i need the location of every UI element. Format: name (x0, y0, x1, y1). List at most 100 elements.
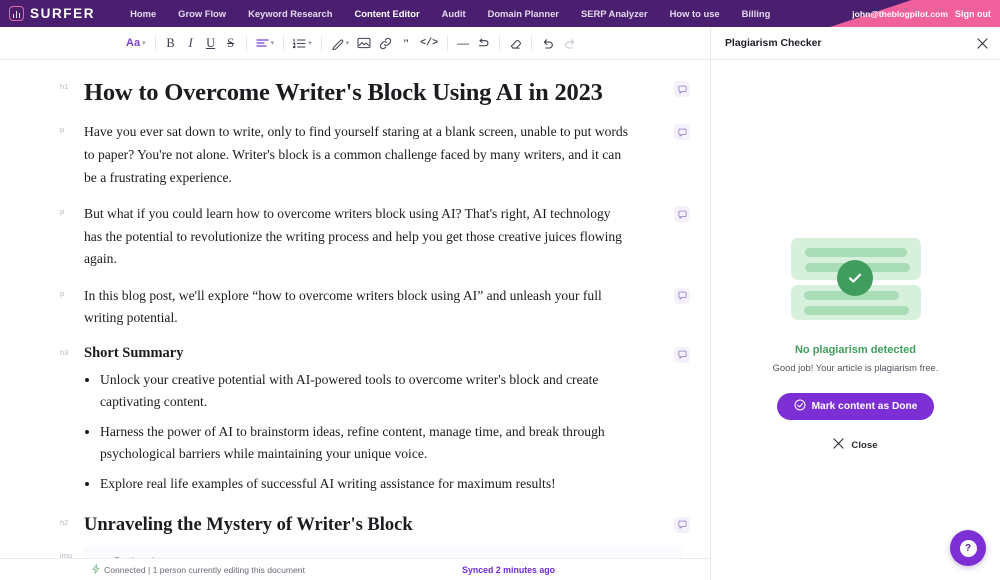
toolbar-divider (320, 35, 322, 51)
toolbar-divider (531, 35, 533, 51)
document-body[interactable]: h1 How to Overcome Writer's Block Using … (0, 60, 700, 558)
eraser-icon (510, 39, 522, 49)
illustration-bar (803, 306, 909, 315)
document-block-h1[interactable]: h1 How to Overcome Writer's Block Using … (0, 78, 700, 107)
nav-item-grow-flow[interactable]: Grow Flow (167, 2, 237, 25)
nav-item-billing[interactable]: Billing (731, 2, 782, 25)
panel-close-button[interactable]: Close (833, 438, 878, 452)
quote-button[interactable]: " (396, 32, 416, 54)
paragraph-text[interactable]: In this blog post, we'll explore “how to… (84, 285, 630, 330)
block-tag-label: p (60, 125, 65, 135)
document-block-h2[interactable]: h2 Unraveling the Mystery of Writer's Bl… (0, 514, 700, 537)
list-item[interactable]: Unlock your creative potential with AI-p… (100, 369, 630, 414)
question-mark-icon: ? (959, 539, 977, 557)
sign-out-link[interactable]: Sign out (955, 9, 991, 19)
panel-header: Plagiarism Checker (711, 27, 1000, 60)
mark-content-as-done-button[interactable]: Mark content as Done (776, 393, 935, 420)
chevron-down-icon: ▾ (345, 40, 350, 47)
toolbar-divider (245, 35, 247, 51)
comment-icon[interactable] (674, 81, 690, 97)
bold-button[interactable]: B (161, 32, 181, 54)
list-item[interactable]: Explore real life examples of successful… (100, 473, 630, 496)
check-circle-icon (794, 399, 806, 414)
sync-status-text: Synced 2 minutes ago (462, 564, 555, 575)
nav-items: Home Grow Flow Keyword Research Content … (119, 2, 781, 25)
nav-item-how-to-use[interactable]: How to use (659, 2, 731, 25)
chevron-down-icon: ▾ (308, 40, 312, 47)
horizontal-rule-button[interactable]: — (453, 32, 473, 54)
nav-item-audit[interactable]: Audit (431, 2, 477, 25)
underline-button[interactable]: U (201, 32, 221, 54)
help-button[interactable]: ? (950, 530, 986, 566)
image-icon (357, 37, 371, 49)
comment-icon[interactable] (674, 206, 690, 223)
comment-icon[interactable] (674, 346, 690, 363)
block-tag-label: h3 (60, 347, 69, 357)
block-tag-label: img (60, 550, 73, 558)
unlink-icon (478, 38, 489, 47)
plagiarism-checker-panel: Plagiarism Checker No plagiarism detecte… (710, 27, 1000, 580)
align-button[interactable]: ▾ (252, 32, 279, 54)
check-circle-icon (836, 260, 873, 296)
insert-link-button[interactable] (375, 32, 396, 54)
highlight-button[interactable]: ▾ (327, 32, 354, 54)
document-canvas[interactable]: h1 How to Overcome Writer's Block Using … (0, 60, 710, 558)
toolbar-divider (499, 35, 501, 51)
section-heading-unraveling[interactable]: Unraveling the Mystery of Writer's Block (84, 514, 630, 537)
status-bar: Connected | 1 person currently editing t… (0, 558, 710, 580)
toolbar-divider (447, 35, 449, 51)
unlink-button[interactable] (473, 32, 494, 54)
page-title[interactable]: How to Overcome Writer's Block Using AI … (84, 78, 630, 107)
close-icon[interactable] (977, 37, 988, 49)
chevron-down-icon: ▾ (142, 40, 146, 47)
panel-body: No plagiarism detected Good job! Your ar… (711, 60, 1000, 580)
document-block-paragraph[interactable]: p But what if you could learn how to ove… (0, 203, 700, 271)
block-tag-label: p (60, 207, 65, 217)
panel-title: Plagiarism Checker (725, 37, 822, 49)
image-placeholder-card[interactable]: Replace image. Add from Pixabay, select … (84, 546, 682, 558)
section-heading-short-summary[interactable]: Short Summary (84, 344, 630, 363)
account-area: john@theblogpilot.com Sign out (852, 0, 991, 27)
summary-bullet-list[interactable]: Unlock your creative potential with AI-p… (100, 369, 630, 496)
font-style-button[interactable]: Aa ▾ (122, 32, 150, 54)
italic-button[interactable]: I (181, 32, 201, 54)
redo-button[interactable] (559, 32, 581, 54)
undo-icon (543, 39, 553, 49)
nav-item-content-editor[interactable]: Content Editor (344, 2, 431, 25)
clear-formatting-button[interactable] (505, 32, 526, 54)
comment-icon[interactable] (674, 287, 690, 304)
nav-item-domain-planner[interactable]: Domain Planner (477, 2, 570, 25)
document-block-list[interactable]: Unlock your creative potential with AI-p… (0, 369, 700, 496)
paragraph-text[interactable]: Have you ever sat down to write, only to… (84, 121, 630, 189)
document-block-paragraph[interactable]: p In this blog post, we'll explore “how … (0, 285, 700, 330)
code-button[interactable]: </> (416, 32, 442, 54)
close-icon (833, 438, 845, 452)
strikethrough-button[interactable]: S (221, 32, 241, 54)
redo-icon (565, 39, 575, 49)
toolbar-divider (154, 35, 156, 51)
brand-logo-area[interactable]: SURFER (9, 6, 95, 21)
mark-done-label: Mark content as Done (811, 401, 918, 412)
block-tag-label: h2 (60, 517, 69, 527)
nav-item-keyword-research[interactable]: Keyword Research (237, 2, 343, 25)
no-plagiarism-illustration (790, 238, 921, 320)
comment-icon[interactable] (674, 516, 690, 533)
insert-image-button[interactable] (353, 32, 375, 54)
document-block-image[interactable]: img Replace image. Add from Pixabay, sel… (0, 546, 700, 558)
lightning-icon (92, 563, 100, 576)
list-button[interactable]: ▾ (289, 32, 316, 54)
toolbar-divider (283, 35, 285, 51)
block-tag-label: p (60, 288, 65, 298)
undo-button[interactable] (537, 32, 559, 54)
nav-item-home[interactable]: Home (119, 2, 167, 25)
paragraph-text[interactable]: But what if you could learn how to overc… (84, 203, 630, 271)
numbered-list-icon (293, 38, 306, 48)
nav-item-serp-analyzer[interactable]: SERP Analyzer (570, 2, 659, 25)
comment-icon[interactable] (674, 124, 690, 141)
block-tag-label: h1 (60, 82, 69, 91)
panel-close-label: Close (851, 439, 878, 451)
document-block-paragraph[interactable]: p Have you ever sat down to write, only … (0, 121, 700, 189)
list-item[interactable]: Harness the power of AI to brainstorm id… (100, 421, 630, 466)
document-block-h3[interactable]: h3 Short Summary (0, 344, 700, 363)
pen-icon (331, 39, 343, 50)
